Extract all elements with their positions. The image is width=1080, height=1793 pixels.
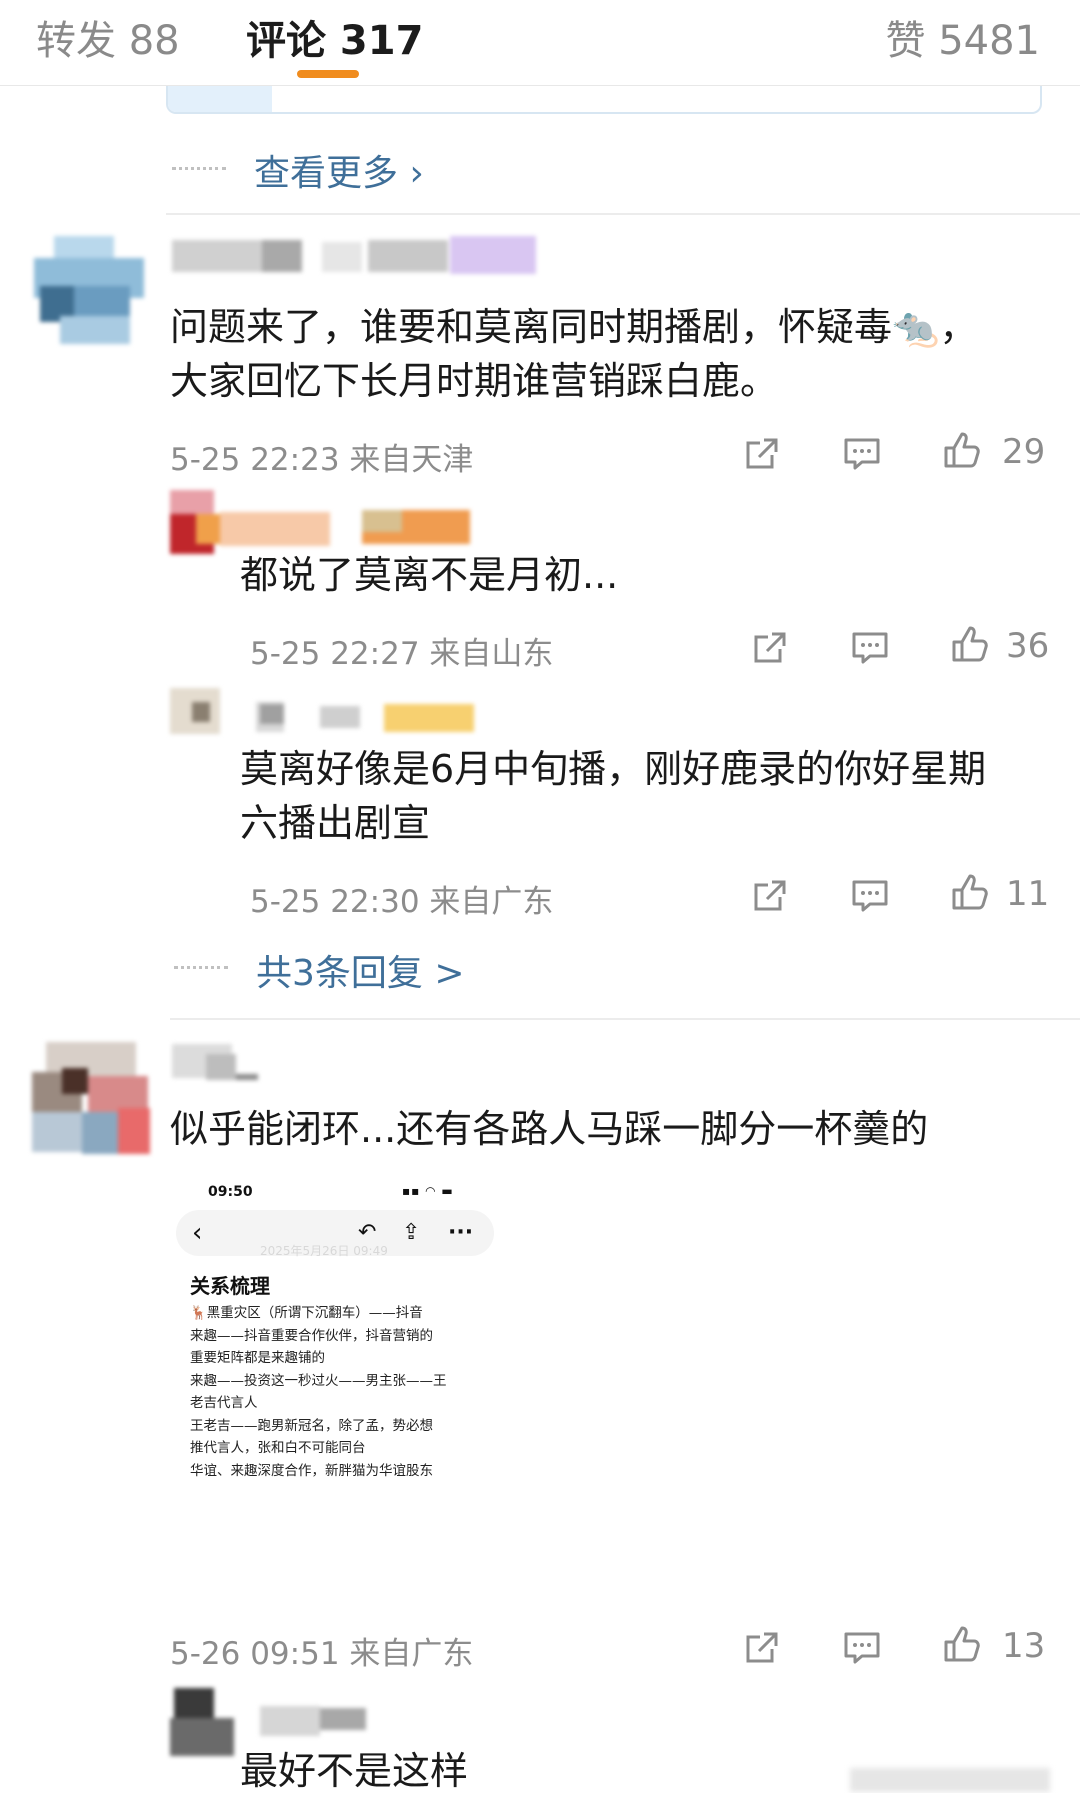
dotted-leader [174,966,228,969]
comment-line: 似乎能闭环...还有各路人马踩一脚分一杯羹的 [170,1107,929,1151]
comment-meta: 5-26 09:51 来自广东 [170,1636,474,1672]
watermark-blur [850,1768,1050,1792]
like-count: 36 [1006,626,1050,666]
note-body: 🦌黑重灾区（所谓下沉翻车）——抖音 来趣——抖音重要合作伙伴，抖音营销的 重要矩… [190,1302,490,1482]
active-tab-indicator [297,70,359,78]
note-line: 🦌黑重灾区（所谓下沉翻车）——抖音 [190,1305,423,1321]
tab-bar: 转发 88 评论 317 赞 5481 [0,0,1080,86]
note-line: 来趣——抖音重要合作伙伴，抖音营销的 [190,1327,433,1344]
reply-line: 六播出剧宣 [240,801,431,845]
comment-icon[interactable] [840,434,884,474]
note-line: 推代言人，张和白不可能同台 [190,1440,366,1456]
note-title: 关系梳理 [190,1274,270,1298]
reply-line: 莫离好像是6月中旬播，刚好鹿录的你好星期 [240,747,987,791]
reply-meta: 5-25 22:30 来自广东 [250,884,554,920]
reply-meta: 5-25 22:27 来自山东 [250,636,554,672]
note-line: 来趣——投资这一秒过火——男主张——王 [190,1372,447,1389]
reply-text: 莫离好像是6月中旬播，刚好鹿录的你好星期 六播出剧宣 [240,742,1040,850]
more-replies-link[interactable]: 共3条回复 > [256,944,465,996]
comment-meta: 5-25 22:23 来自天津 [170,442,474,478]
status-time: 09:50 [208,1184,253,1200]
date-watermark: 2025年5月26日 09:49 [260,1244,388,1258]
avatar[interactable] [32,1042,150,1154]
comment-icon[interactable] [840,1628,884,1668]
previous-card-bottom [166,86,1042,114]
like-icon[interactable] [948,872,992,912]
share-icon[interactable] [740,1628,784,1668]
username[interactable] [172,1044,262,1084]
like-icon[interactable] [940,1624,984,1664]
share-icon: ⇪ [402,1220,421,1245]
note-line: 王老吉——跑男新冠名，除了孟，势必想 [190,1417,433,1434]
tab-likes[interactable]: 赞 5481 [885,8,1040,66]
reply-username[interactable] [170,682,474,744]
share-icon[interactable] [748,876,792,916]
like-count: 13 [1002,1626,1046,1666]
share-icon[interactable] [748,628,792,668]
comment-line: 大家回忆下长月时期谁营销踩白鹿。 [170,359,779,403]
share-icon[interactable] [740,434,784,474]
more-icon: ··· [448,1220,474,1245]
divider [166,213,1080,215]
like-icon[interactable] [948,624,992,664]
status-icons: ▪▪ ◠ ▬ [402,1184,454,1198]
comment-icon[interactable] [848,628,892,668]
avatar[interactable] [20,236,150,344]
like-count: 29 [1002,432,1046,472]
divider [170,1018,1080,1020]
view-more-link[interactable]: 查看更多 › [254,144,424,196]
dotted-leader [172,167,226,170]
note-line: 华谊、来趣深度合作，新胖猫为华谊股东 [190,1462,433,1479]
comment-text: 似乎能闭环...还有各路人马踩一脚分一杯羹的 [170,1102,1050,1156]
reply-text: 都说了莫离不是月初... [240,548,1040,602]
comment-line: 问题来了，谁要和莫离同时期播剧，怀疑毒🐀， [170,305,978,349]
note-line: 老吉代言人 [190,1395,258,1411]
tab-comments[interactable]: 评论 317 [246,8,423,66]
attached-image[interactable]: 09:50 ▪▪ ◠ ▬ ‹ ↶ ⇪ ··· 2025年5月26日 09:49 … [170,1172,500,1502]
tab-reposts[interactable]: 转发 88 [36,8,180,66]
username[interactable] [172,236,536,274]
reply-line: 都说了莫离不是月初... [240,553,619,597]
like-count: 11 [1006,874,1050,914]
reply-username[interactable] [170,490,470,554]
comment-text: 问题来了，谁要和莫离同时期播剧，怀疑毒🐀， 大家回忆下长月时期谁营销踩白鹿。 [170,300,1050,408]
note-line: 重要矩阵都是来趣铺的 [190,1350,325,1366]
comment-icon[interactable] [848,876,892,916]
back-icon: ‹ [192,1218,203,1248]
card-accent [168,86,272,112]
like-icon[interactable] [940,430,984,470]
